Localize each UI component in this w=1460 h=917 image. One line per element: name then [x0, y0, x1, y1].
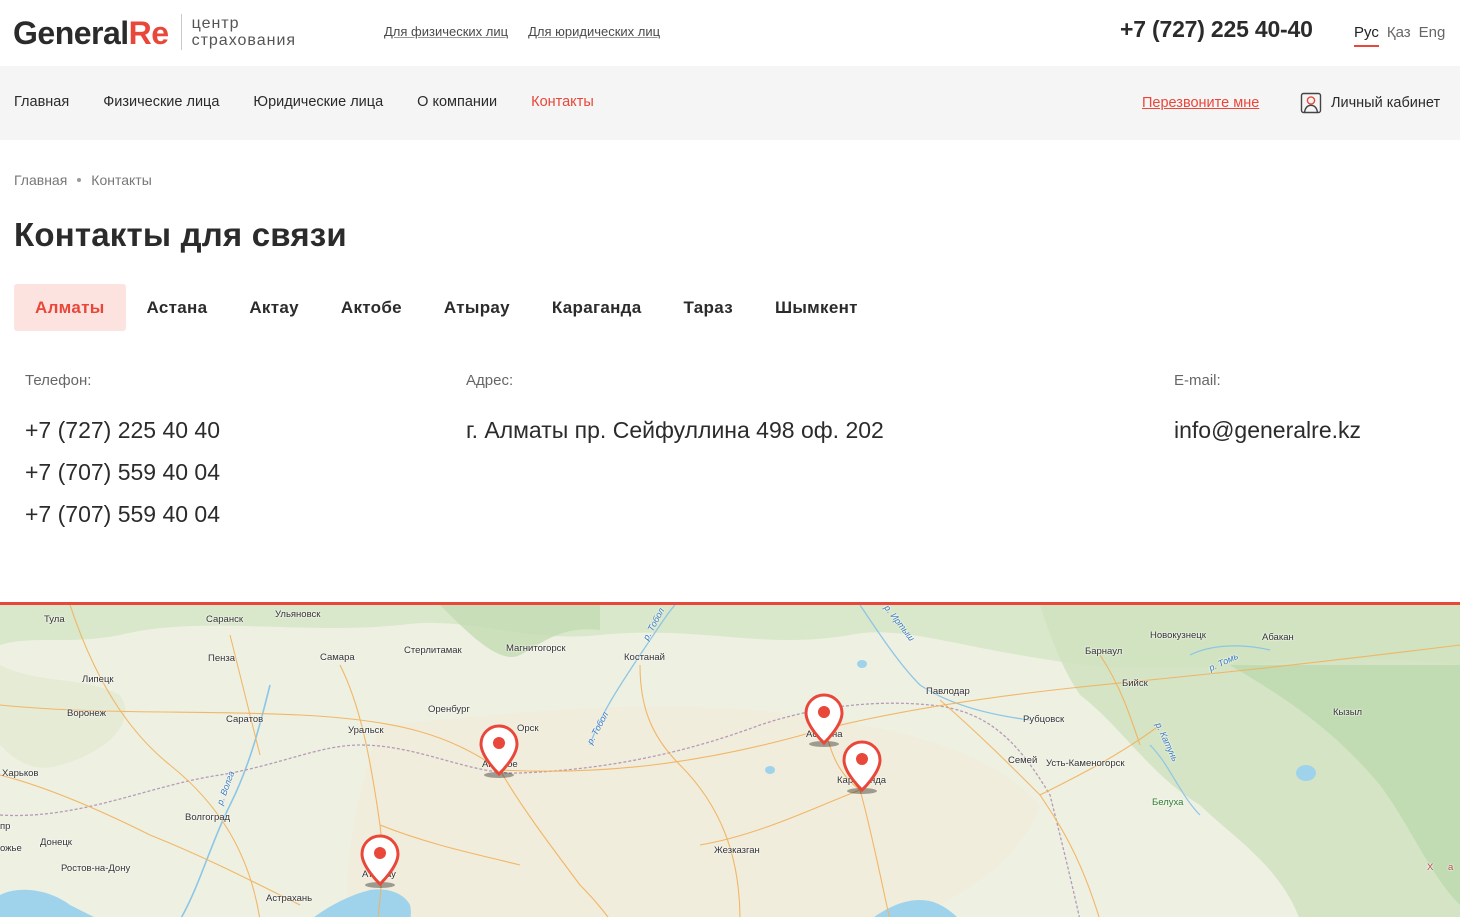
nav-item-individuals[interactable]: Физические лица	[103, 94, 219, 110]
map-label-semey: Семей	[1008, 755, 1038, 766]
nav-item-contacts[interactable]: Контакты	[531, 94, 594, 110]
logo[interactable]: General Re центр страхования	[13, 14, 296, 52]
map-label-sterlitamak: Стерлитамак	[404, 645, 462, 656]
address-label: Адрес:	[466, 372, 514, 389]
map-label-belukha: Белуха	[1152, 797, 1184, 808]
logo-subtitle: центр страхования	[192, 14, 297, 49]
tab-karaganda[interactable]: Караганда	[531, 284, 663, 331]
language-switcher: Рус Қаз Eng	[1354, 24, 1445, 47]
map-label-edge-top-left: пр	[0, 821, 11, 832]
map-label-saratov: Саратов	[226, 714, 264, 725]
main-nav-bar: Главная Физические лица Юридические лица…	[0, 66, 1460, 140]
tab-aktau[interactable]: Актау	[228, 284, 320, 331]
phone-label: Телефон:	[25, 372, 92, 389]
map-label-edge-right-1: Х	[1427, 862, 1434, 873]
map-label-tula: Тула	[44, 614, 65, 625]
map-label-lipetsk: Липецк	[82, 674, 114, 685]
top-header: General Re центр страхования Для физическ…	[0, 0, 1460, 66]
link-individuals[interactable]: Для физических лиц	[384, 24, 508, 39]
map-label-orsk: Орск	[517, 723, 539, 734]
breadcrumb: Главная Контакты	[14, 172, 152, 188]
main-nav: Главная Физические лица Юридические лица…	[14, 94, 594, 110]
city-tabs: Алматы Астана Актау Актобе Атырау Карага…	[14, 284, 879, 331]
tab-aktobe[interactable]: Актобе	[320, 284, 423, 331]
map-label-biysk: Бийск	[1122, 678, 1148, 689]
header-phone[interactable]: +7 (727) 225 40-40	[1120, 16, 1313, 43]
nav-item-legal[interactable]: Юридические лица	[253, 94, 383, 110]
email-column: E-mail: info@generalre.kz	[1174, 372, 1361, 451]
logo-main-text: General	[13, 15, 129, 51]
map-label-novokuznetsk: Новокузнецк	[1150, 630, 1206, 641]
email-value[interactable]: info@generalre.kz	[1174, 409, 1361, 451]
tab-almaty[interactable]: Алматы	[14, 284, 126, 331]
phone-number-1[interactable]: +7 (727) 225 40 40	[25, 409, 220, 451]
map-label-edge-right-2: а	[1448, 862, 1454, 873]
map-label-pavlodar: Павлодар	[926, 686, 970, 697]
map-background	[0, 605, 1460, 917]
user-icon	[1300, 92, 1322, 114]
phone-number-3[interactable]: +7 (707) 559 40 04	[25, 493, 220, 535]
lang-en[interactable]: Eng	[1419, 24, 1446, 47]
callback-link[interactable]: Перезвоните мне	[1142, 95, 1259, 111]
nav-item-about[interactable]: О компании	[417, 94, 497, 110]
tab-atyrau[interactable]: Атырау	[423, 284, 531, 331]
breadcrumb-separator	[77, 178, 82, 182]
logo-subtitle-line2: страхования	[191, 32, 297, 49]
phone-number-2[interactable]: +7 (707) 559 40 04	[25, 451, 220, 493]
breadcrumb-current: Контакты	[91, 172, 152, 188]
map-label-samara: Самара	[320, 652, 355, 663]
map-pin-karaganda[interactable]	[842, 740, 882, 798]
cabinet-label: Личный кабинет	[1331, 95, 1441, 111]
map-label-saransk: Саранск	[206, 614, 243, 625]
map-label-zhezkazgan: Жезказган	[714, 845, 760, 856]
lang-kz[interactable]: Қаз	[1387, 24, 1411, 47]
logo-divider	[180, 14, 182, 50]
map-label-edge-bottom-left: ожье	[0, 843, 22, 854]
address-value: г. Алматы пр. Сейфуллина 498 оф. 202	[466, 417, 884, 443]
map-label-orenburg: Оренбург	[428, 704, 470, 715]
phone-column: Телефон: +7 (727) 225 40 40 +7 (707) 559…	[25, 372, 220, 535]
map-label-penza: Пенза	[208, 653, 235, 664]
map-label-volgograd: Волгоград	[185, 812, 231, 823]
tab-shymkent[interactable]: Шымкент	[754, 284, 879, 331]
breadcrumb-home[interactable]: Главная	[14, 172, 67, 188]
tab-taraz[interactable]: Тараз	[663, 284, 754, 331]
page-title: Контакты для связи	[14, 216, 347, 253]
personal-cabinet-button[interactable]: Личный кабинет	[1300, 92, 1440, 114]
office-map[interactable]: Тула Саранск Ульяновск Пенза Самара Стер…	[0, 602, 1460, 917]
map-pin-atyrau[interactable]	[360, 834, 400, 892]
map-label-kharkiv: Харьков	[2, 768, 39, 779]
address-column: Адрес: г. Алматы пр. Сейфуллина 498 оф. …	[466, 372, 884, 451]
map-label-astrakhan: Астрахань	[266, 893, 313, 904]
map-label-ust-kamenogorsk: Усть-Каменогорск	[1046, 758, 1125, 769]
map-label-rubtsovsk: Рубцовск	[1023, 714, 1065, 725]
tab-astana[interactable]: Астана	[126, 284, 229, 331]
map-label-rostov: Ростов-на-Дону	[61, 863, 131, 874]
nav-item-home[interactable]: Главная	[14, 94, 69, 110]
email-label: E-mail:	[1174, 372, 1221, 389]
map-label-abakan: Абакан	[1262, 632, 1294, 643]
logo-subtitle-line1: центр	[191, 15, 240, 32]
map-label-uralsk: Уральск	[348, 725, 384, 736]
audience-links: Для физических лиц Для юридических лиц	[384, 24, 660, 39]
map-label-kyzyl: Кызыл	[1333, 707, 1363, 718]
lang-ru[interactable]: Рус	[1354, 24, 1379, 47]
map-label-donetsk: Донецк	[40, 837, 72, 848]
map-label-ulyanovsk: Ульяновск	[275, 609, 321, 620]
map-label-voronezh: Воронеж	[67, 708, 106, 719]
logo-accent-text: Re	[128, 15, 169, 51]
map-label-magnitogorsk: Магнитогорск	[506, 643, 566, 654]
link-legal-entities[interactable]: Для юридических лиц	[528, 24, 660, 39]
map-pin-astana[interactable]	[804, 693, 844, 751]
map-pin-aktobe[interactable]	[479, 724, 519, 782]
map-label-kostanay: Костанай	[624, 652, 665, 663]
map-label-barnaul: Барнаул	[1085, 646, 1123, 657]
